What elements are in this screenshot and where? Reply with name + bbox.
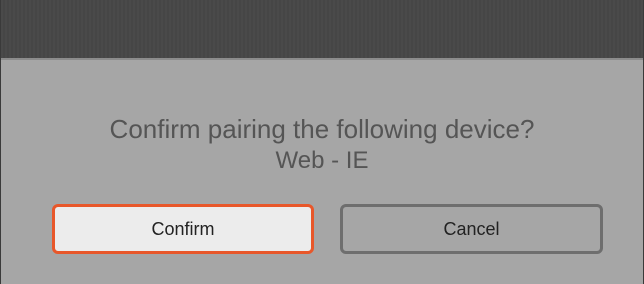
dialog-message: Confirm pairing the following device?: [109, 114, 535, 144]
pairing-dialog: Confirm pairing the following device? We…: [1, 60, 643, 284]
top-bar: [1, 0, 643, 58]
device-name: Web - IE: [275, 147, 369, 174]
confirm-button[interactable]: Confirm: [52, 204, 314, 254]
cancel-button-label: Cancel: [443, 218, 500, 239]
screen: Confirm pairing the following device? We…: [0, 0, 644, 284]
confirm-button-label: Confirm: [151, 218, 215, 239]
cancel-button[interactable]: Cancel: [340, 204, 603, 254]
